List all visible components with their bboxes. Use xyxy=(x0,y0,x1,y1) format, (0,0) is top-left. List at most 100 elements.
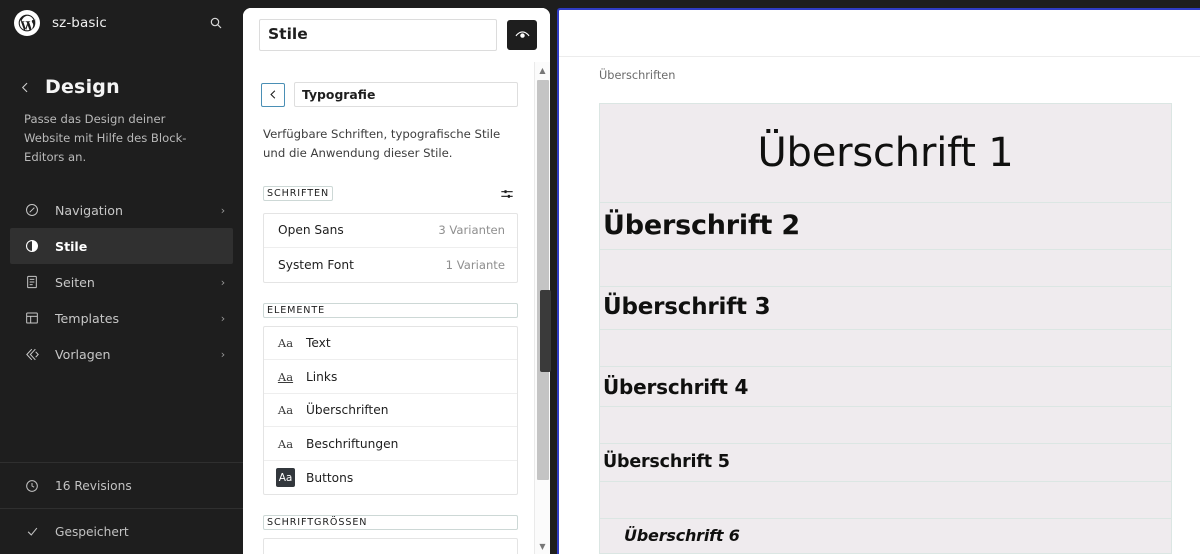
sidebar-item-navigation[interactable]: Navigation › xyxy=(0,192,243,228)
fonts-section-header: SCHRIFTEN xyxy=(243,163,534,205)
sidebar-item-label: Navigation xyxy=(55,202,123,218)
chevron-left-icon[interactable] xyxy=(14,76,36,98)
sidebar-item-vorlagen[interactable]: Vorlagen › xyxy=(0,336,243,372)
caret-up-icon[interactable]: ▲ xyxy=(535,62,550,78)
revisions-button[interactable]: 16 Revisions xyxy=(0,463,243,508)
styles-panel-wrapper: Stile Typografie Verfügbare Schriften, t… xyxy=(243,0,551,554)
panel-title: Stile xyxy=(259,19,497,51)
font-name: Open Sans xyxy=(278,223,344,238)
sidebar-item-label: Vorlagen xyxy=(55,346,111,362)
sizes-section-header: SCHRIFTGRÖSSEN xyxy=(243,495,534,531)
sizes-list xyxy=(263,538,518,554)
panel-scroll-content: Typografie Verfügbare Schriften, typogra… xyxy=(243,62,534,554)
eye-icon[interactable] xyxy=(507,20,537,50)
sidebar-item-label: Seiten xyxy=(55,274,95,290)
patterns-icon xyxy=(22,344,42,364)
heading-spacer-row xyxy=(599,329,1172,366)
sidebar-footer: 16 Revisions Gespeichert xyxy=(0,462,243,554)
heading-preview-h5[interactable]: Überschrift 5 xyxy=(599,443,1172,481)
fonts-list: Open Sans 3 Varianten System Font 1 Vari… xyxy=(263,212,518,283)
left-sidebar: sz-basic Design Passe das Design deiner … xyxy=(0,0,243,554)
heading-spacer-row xyxy=(599,406,1172,443)
heading-preview-h4[interactable]: Überschrift 4 xyxy=(599,366,1172,406)
breadcrumb: Typografie xyxy=(243,62,534,107)
navigation-icon xyxy=(22,200,42,220)
sidebar-nav: Navigation › Stile Seiten › Templates › … xyxy=(0,192,243,372)
aa-preview-icon: Aa xyxy=(277,436,294,451)
size-row[interactable] xyxy=(264,539,517,554)
chevron-right-icon: › xyxy=(220,275,226,289)
preview-content: Überschriften Überschrift 1 Überschrift … xyxy=(559,10,1200,554)
pages-icon xyxy=(22,272,42,292)
site-editor-window: sz-basic Design Passe das Design deiner … xyxy=(0,0,1200,554)
font-variants: 1 Variante xyxy=(445,257,505,272)
sidebar-item-label: Templates xyxy=(55,310,120,326)
chevron-right-icon: › xyxy=(220,311,226,325)
element-row-beschriftungen[interactable]: Aa Beschriftungen xyxy=(264,427,517,461)
heading-text: Überschrift 4 xyxy=(603,374,749,399)
search-icon[interactable] xyxy=(203,10,229,36)
aa-inverted-preview-icon: Aa xyxy=(276,468,295,488)
caret-down-icon[interactable]: ▼ xyxy=(535,538,550,554)
panel-description: Verfügbare Schriften, typografische Stil… xyxy=(263,127,501,160)
sidebar-item-label: Stile xyxy=(55,238,88,254)
elements-list: Aa Text Aa Links Aa Überschriften Aa Bes… xyxy=(263,325,518,496)
heading-text: Überschrift 2 xyxy=(603,210,800,242)
heading-text: Überschrift 5 xyxy=(603,451,730,472)
elements-section-label: ELEMENTE xyxy=(263,302,518,318)
wordpress-logo-icon[interactable] xyxy=(14,10,40,36)
aa-preview-icon: Aa xyxy=(277,403,294,418)
element-label: Buttons xyxy=(306,470,354,485)
preview-canvas-wrapper: Überschriften Überschrift 1 Überschrift … xyxy=(550,0,1200,554)
heading-preview-h6[interactable]: Überschrift 6 xyxy=(599,518,1172,554)
heading-text: Überschrift 6 xyxy=(624,526,740,546)
font-row[interactable]: Open Sans 3 Varianten xyxy=(264,214,517,248)
sliders-icon[interactable] xyxy=(496,183,518,205)
heading-preview-h3[interactable]: Überschrift 3 xyxy=(599,286,1172,329)
heading-spacer-row xyxy=(599,481,1172,518)
panel-header: Stile xyxy=(243,8,550,62)
chevron-left-icon[interactable] xyxy=(261,82,285,107)
clock-revisions-icon xyxy=(22,476,42,496)
preview-section-label: Überschriften xyxy=(599,69,676,82)
font-name: System Font xyxy=(278,257,354,272)
breadcrumb-label: Typografie xyxy=(294,82,518,107)
elements-section-header: ELEMENTE xyxy=(243,283,534,318)
preview-canvas[interactable]: Überschriften Überschrift 1 Überschrift … xyxy=(557,8,1200,554)
sidebar-item-templates[interactable]: Templates › xyxy=(0,300,243,336)
element-row-text[interactable]: Aa Text xyxy=(264,327,517,361)
chevron-right-icon: › xyxy=(220,203,226,217)
element-label: Beschriftungen xyxy=(306,436,399,451)
font-row[interactable]: System Font 1 Variante xyxy=(264,248,517,282)
heading-preview-h2[interactable]: Überschrift 2 xyxy=(599,202,1172,249)
page-title: Design xyxy=(45,76,120,98)
sidebar-item-seiten[interactable]: Seiten › xyxy=(0,264,243,300)
revisions-label: 16 Revisions xyxy=(55,478,132,493)
styles-contrast-icon xyxy=(22,236,42,256)
element-row-ueberschriften[interactable]: Aa Überschriften xyxy=(264,394,517,428)
aa-preview-icon: Aa xyxy=(277,336,294,351)
scrollbar-thumb[interactable] xyxy=(537,80,549,480)
heading-text: Überschrift 3 xyxy=(603,294,771,321)
sizes-section-label: SCHRIFTGRÖSSEN xyxy=(263,515,518,531)
font-variants: 3 Varianten xyxy=(438,223,505,238)
save-status[interactable]: Gespeichert xyxy=(0,509,243,554)
element-label: Text xyxy=(306,336,331,351)
headings-preview-list: Überschrift 1 Überschrift 2 Überschrift … xyxy=(599,103,1172,554)
save-status-label: Gespeichert xyxy=(55,524,129,539)
styles-panel: Stile Typografie Verfügbare Schriften, t… xyxy=(243,8,550,554)
check-icon xyxy=(22,522,42,542)
sidebar-topbar: sz-basic xyxy=(0,0,243,46)
sidebar-description: Passe das Design deiner Website mit Hilf… xyxy=(24,112,187,164)
chevron-right-icon: › xyxy=(220,347,226,361)
site-title: sz-basic xyxy=(52,15,107,31)
element-row-links[interactable]: Aa Links xyxy=(264,360,517,394)
fonts-section-label: SCHRIFTEN xyxy=(263,186,334,202)
element-row-buttons[interactable]: Aa Buttons xyxy=(264,461,517,495)
heading-text: Überschrift 1 xyxy=(757,130,1014,176)
sidebar-item-stile[interactable]: Stile xyxy=(10,228,233,265)
heading-preview-h1[interactable]: Überschrift 1 xyxy=(599,103,1172,202)
element-label: Überschriften xyxy=(306,403,389,418)
templates-icon xyxy=(22,308,42,328)
heading-spacer-row xyxy=(599,249,1172,286)
